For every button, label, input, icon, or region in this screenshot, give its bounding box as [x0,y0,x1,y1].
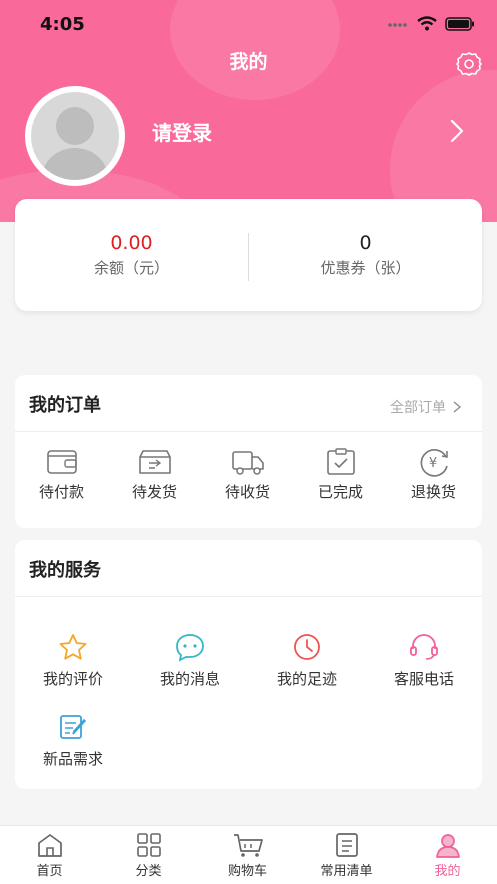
order-item-label: 已完成 [317,483,363,501]
clipboard-check-icon [294,447,387,477]
balance-amount: 0.00 [110,232,153,254]
edit-note-icon [15,712,131,742]
coupon-label: 优惠券（张） [320,259,411,277]
list-icon [297,832,396,858]
service-my-reviews[interactable]: 我的评价 [15,632,131,689]
balance-column[interactable]: 0.00 余额（元） [15,229,248,278]
order-refund[interactable]: ¥ 退换货 [387,447,480,502]
orders-card: 我的订单 全部订单 待付款 待发货 待收货 已完成 ¥ 退换货 [15,375,482,528]
shipping-box-icon [108,447,201,477]
all-orders-label: 全部订单 [390,400,446,416]
tab-label: 首页 [36,864,63,879]
balance-card: 0.00 余额（元） 0 优惠券（张） [15,199,482,311]
service-label: 我的评价 [42,670,103,688]
clock-icon [249,632,365,662]
tab-category[interactable]: 分类 [99,832,198,879]
default-avatar-icon [31,92,119,180]
avatar[interactable] [27,88,123,184]
all-orders-link[interactable]: 全部订单 [390,397,462,417]
coupon-column[interactable]: 0 优惠券（张） [249,229,482,278]
divider [15,596,482,597]
service-label: 我的消息 [159,670,220,688]
tab-label: 购物车 [227,864,267,879]
status-icons [387,16,475,31]
category-icon [99,832,198,858]
order-item-label: 待付款 [38,483,84,501]
cart-icon [198,832,297,858]
user-icon [398,832,497,858]
profile-header: 4:05 我的 请登录 [0,0,497,222]
order-item-label: 退换货 [410,483,456,501]
tab-home[interactable]: 首页 [0,832,99,879]
status-time: 4:05 [40,14,85,35]
service-new-product-request[interactable]: 新品需求 [15,712,131,769]
order-item-label: 待收货 [224,483,270,501]
tab-common-list[interactable]: 常用清单 [297,832,396,879]
balance-label: 余额（元） [93,259,169,277]
service-customer-phone[interactable]: 客服电话 [366,632,482,689]
order-completed[interactable]: 已完成 [294,447,387,502]
wallet-icon [15,447,108,477]
svg-text:¥: ¥ [428,456,436,471]
tab-label: 我的 [434,864,461,879]
divider [15,431,482,432]
truck-icon [201,447,294,477]
tab-label: 分类 [135,864,162,879]
tab-label: 常用清单 [320,864,373,879]
headset-icon [366,632,482,662]
chevron-right-icon[interactable] [447,118,467,144]
service-my-footprints[interactable]: 我的足迹 [249,632,365,689]
bottom-tab-bar: 首页 分类 购物车 常用清单 我的 [0,825,497,884]
refund-icon: ¥ [387,447,480,477]
page-title: 我的 [229,51,268,73]
services-card: 我的服务 我的评价 我的消息 我的足迹 客服电话 新品需求 [15,540,482,789]
service-label: 客服电话 [393,670,454,688]
home-icon [0,832,99,858]
tab-mine[interactable]: 我的 [398,832,497,879]
orders-title: 我的订单 [29,395,101,416]
coupon-count: 0 [359,232,372,254]
login-link[interactable]: 请登录 [152,117,212,146]
battery-icon [445,16,475,31]
order-pending-shipment[interactable]: 待发货 [108,447,201,502]
settings-gear-icon[interactable] [455,50,483,78]
tab-cart[interactable]: 购物车 [198,832,297,879]
service-label: 新品需求 [42,750,103,768]
wifi-icon [417,16,437,31]
order-pending-payment[interactable]: 待付款 [15,447,108,502]
chevron-right-icon [452,400,462,414]
service-my-messages[interactable]: 我的消息 [132,632,248,689]
chat-icon [132,632,248,662]
services-title: 我的服务 [29,560,101,581]
signal-icon [387,19,409,29]
star-icon [15,632,131,662]
order-item-label: 待发货 [131,483,177,501]
order-pending-receipt[interactable]: 待收货 [201,447,294,502]
service-label: 我的足迹 [276,670,337,688]
